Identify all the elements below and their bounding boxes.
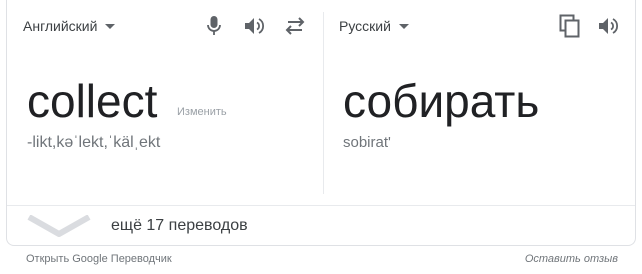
more-translations-label: ещё 17 переводов [111, 217, 248, 234]
source-word: collect [27, 75, 158, 127]
chevron-down-icon [27, 215, 91, 237]
source-language-label: Английский [23, 18, 98, 34]
panel-divider [323, 12, 324, 194]
copy-button[interactable] [556, 12, 584, 40]
speaker-icon [245, 18, 265, 34]
translated-word: собирать [343, 75, 540, 127]
target-listen-button[interactable] [595, 12, 623, 40]
translate-card: Английский Русский collect Изменить -lik… [6, 0, 636, 246]
feedback-link[interactable]: Оставить отзыв [525, 253, 618, 265]
target-language-select[interactable]: Русский [339, 18, 409, 34]
source-language-select[interactable]: Английский [23, 18, 116, 34]
copy-icon [559, 14, 580, 38]
dropdown-caret-icon [105, 23, 116, 29]
swap-languages-button[interactable] [281, 12, 309, 40]
target-language-label: Русский [339, 18, 391, 34]
transcription: -likt,kəˈlekt,ˈkälˌekt [27, 134, 161, 151]
footer-divider [7, 205, 635, 206]
source-listen-button[interactable] [241, 12, 269, 40]
more-translations-toggle[interactable]: ещё 17 переводов [27, 210, 248, 242]
microphone-icon [207, 16, 221, 35]
microphone-button[interactable] [200, 12, 228, 40]
edit-link[interactable]: Изменить [177, 106, 227, 118]
speaker-icon [599, 18, 619, 34]
swap-languages-icon [285, 17, 305, 35]
open-translator-link[interactable]: Открыть Google Переводчик [26, 253, 172, 265]
dropdown-caret-icon [398, 23, 409, 29]
transliteration: sobirat' [343, 134, 391, 151]
